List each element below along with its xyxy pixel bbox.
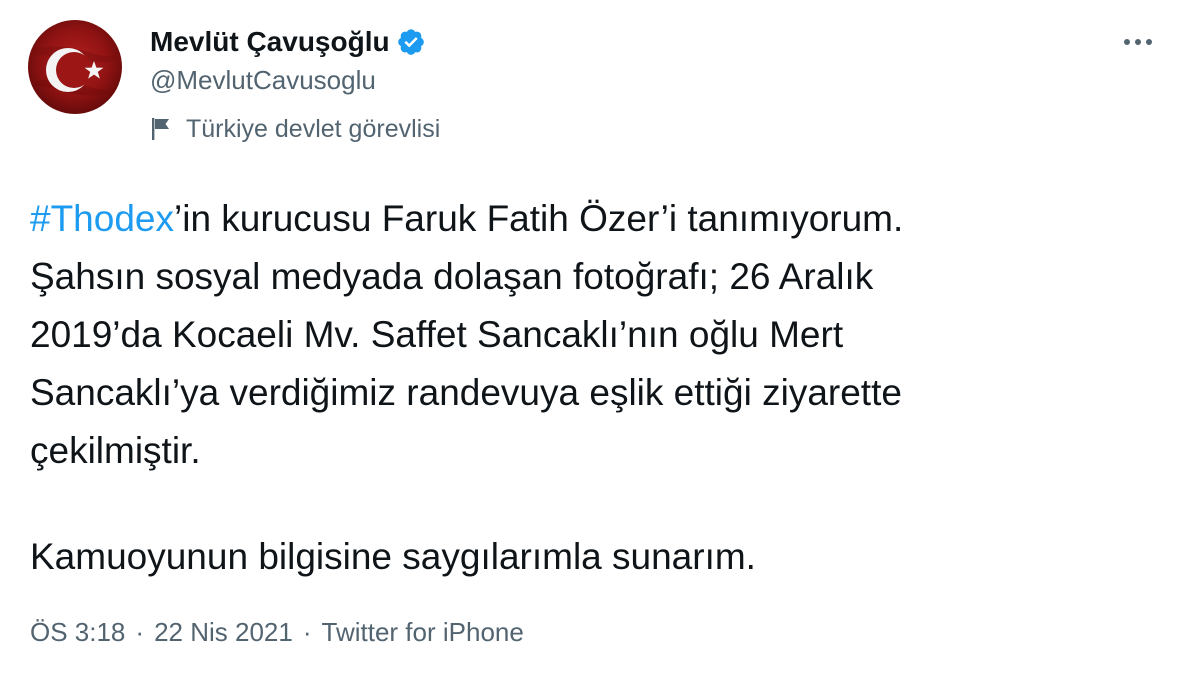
tweet-closing-line: Kamuoyunun bilgisine saygılarımla sunarı… [30, 536, 756, 577]
author-display-name[interactable]: Mevlüt Çavuşoğlu [150, 26, 390, 58]
meta-separator: · [302, 616, 312, 647]
more-options-button[interactable] [1118, 24, 1158, 60]
tweet-time[interactable]: ÖS 3:18 [30, 617, 125, 648]
tweet-line-4: Sancaklı’ya verdiğimiz randevuya eşlik e… [30, 372, 902, 413]
verified-badge-icon[interactable] [396, 27, 426, 57]
tweet-meta: ÖS 3:18 · 22 Nis 2021 · Twitter for iPho… [30, 612, 524, 652]
tweet-line-5: çekilmiştir. [30, 430, 201, 471]
more-options-icon [1124, 39, 1152, 45]
affiliation-label-row: Türkiye devlet görevlisi [150, 112, 440, 146]
meta-separator: · [135, 616, 145, 647]
author-handle[interactable]: @MevlutCavusoglu [150, 65, 376, 96]
author-name-row: Mevlüt Çavuşoğlu [150, 22, 426, 62]
tweet-date[interactable]: 22 Nis 2021 [154, 617, 293, 648]
hashtag-link[interactable]: #Thodex [30, 198, 174, 239]
affiliation-label: Türkiye devlet görevlisi [186, 114, 441, 143]
tweet-line-1-text: ’in kurucusu Faruk Fatih Özer’i tanımıyo… [174, 198, 904, 239]
tweet-source[interactable]: Twitter for iPhone [322, 617, 524, 648]
tweet-body: #Thodex’in kurucusu Faruk Fatih Özer’i t… [30, 190, 1150, 480]
tweet-line-2: Şahsın sosyal medyada dolaşan fotoğrafı;… [30, 256, 874, 297]
tweet-line-3: 2019’da Kocaeli Mv. Saffet Sancaklı’nın … [30, 314, 844, 355]
flag-icon [150, 116, 174, 142]
avatar[interactable] [28, 20, 122, 114]
tweet-line-1: #Thodex’in kurucusu Faruk Fatih Özer’i t… [30, 190, 1150, 248]
